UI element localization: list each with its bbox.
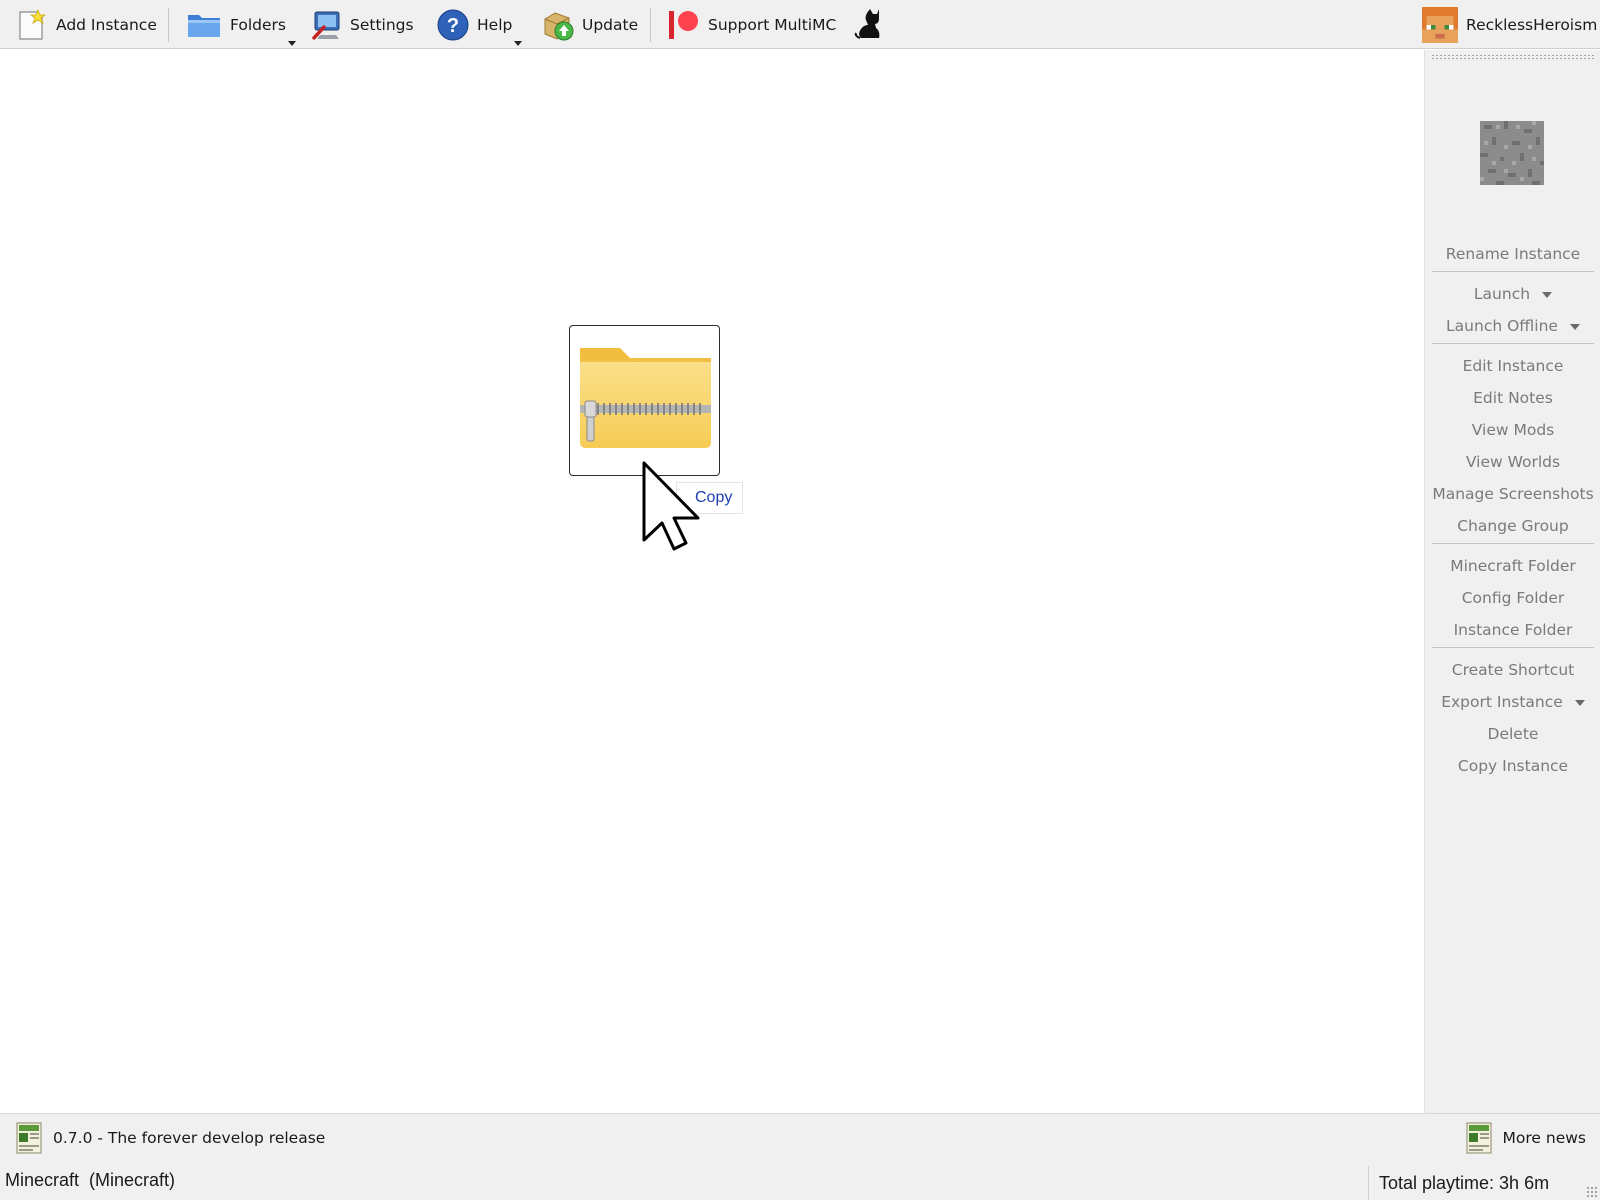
svg-text:?: ? [447,15,459,37]
chevron-down-icon[interactable] [1542,291,1553,298]
toolbar-separator [168,8,169,42]
toolbar-separator [650,8,651,42]
minecraft-folder-label: Minecraft Folder [1450,557,1576,575]
view-mods-button[interactable]: View Mods [1425,418,1600,442]
cat-button[interactable] [852,8,892,42]
main-toolbar: Add Instance Folders Settings ? Help Upd… [0,0,1600,49]
config-folder-label: Config Folder [1461,589,1565,607]
create-shortcut-label: Create Shortcut [1451,661,1575,679]
help-dropdown-indicator [514,41,523,46]
folders-dropdown-indicator [287,41,296,46]
account-button[interactable]: RecklessHeroism [1422,7,1598,43]
status-bar: Minecraft (Minecraft) Total playtime: 3h… [0,1161,1600,1200]
export-instance-button[interactable]: Export Instance [1425,690,1600,714]
news-bar: 0.7.0 - The forever develop release More… [0,1113,1600,1161]
chevron-down-icon[interactable] [1569,323,1580,330]
copy-label: Copy [695,489,733,506]
add-instance-button[interactable]: Add Instance [16,8,157,42]
copy-instance-button[interactable]: Copy Instance [1425,754,1600,778]
change-group-label: Change Group [1457,517,1569,535]
account-name: RecklessHeroism [1466,16,1598,34]
total-playtime-status: Total playtime: 3h 6m [1368,1166,1600,1200]
player-avatar-icon [1422,7,1458,43]
more-news-button[interactable]: More news [1466,1122,1586,1154]
instance-folder-button[interactable]: Instance Folder [1425,618,1600,642]
minecraft-folder-button[interactable]: Minecraft Folder [1425,554,1600,578]
news-headline: 0.7.0 - The forever develop release [53,1129,326,1147]
selected-instance-status: Minecraft (Minecraft) [5,1170,176,1190]
news-headline-button[interactable]: 0.7.0 - The forever develop release [16,1122,325,1154]
patreon-icon [668,9,700,41]
newspaper-icon [16,1122,42,1154]
help-button[interactable]: ? Help [437,8,523,46]
update-box-arrow-icon [542,9,574,41]
edit-notes-button[interactable]: Edit Notes [1425,386,1600,410]
edit-instance-label: Edit Instance [1462,357,1564,375]
rename-instance-button[interactable]: Rename Instance [1425,242,1600,266]
delete-label: Delete [1487,725,1539,743]
settings-button[interactable]: Settings [310,8,414,42]
sidebar-separator [1432,271,1594,272]
instance-view[interactable]: Copy [0,50,1424,1113]
edit-instance-button[interactable]: Edit Instance [1425,354,1600,378]
settings-label: Settings [350,16,414,34]
create-shortcut-button[interactable]: Create Shortcut [1425,658,1600,682]
rename-instance-label: Rename Instance [1445,245,1581,263]
change-group-button[interactable]: Change Group [1425,514,1600,538]
dragged-item [569,325,720,476]
view-worlds-button[interactable]: View Worlds [1425,450,1600,474]
manage-screenshots-button[interactable]: Manage Screenshots [1425,482,1600,506]
sidebar-separator [1432,647,1594,648]
copy-instance-label: Copy Instance [1457,757,1569,775]
support-multimc-label: Support MultiMC [708,16,837,34]
black-cat-icon [852,9,884,41]
launch-offline-label: Launch Offline [1446,317,1558,335]
resize-grip[interactable] [1586,1186,1598,1198]
chevron-down-icon[interactable] [1574,699,1585,706]
new-document-star-icon [16,8,48,41]
update-label: Update [582,16,639,34]
folders-label: Folders [230,16,286,34]
more-news-label: More news [1502,1129,1586,1147]
launch-label: Launch [1473,285,1531,303]
mouse-pointer-icon [642,461,700,551]
toolbar-drag-grip[interactable] [1431,54,1595,60]
export-instance-label: Export Instance [1441,693,1563,711]
help-label: Help [477,16,513,34]
support-multimc-button[interactable]: Support MultiMC [668,8,836,42]
folder-icon [186,9,222,41]
newspaper-icon [1466,1122,1492,1154]
help-icon: ? [437,9,469,41]
add-instance-label: Add Instance [56,16,157,34]
edit-notes-label: Edit Notes [1473,389,1553,407]
sidebar-separator [1432,343,1594,344]
folders-button[interactable]: Folders [186,8,296,46]
zip-folder-icon [580,348,711,448]
sidebar-separator [1432,543,1594,544]
instance-actions-sidebar: Rename Instance Launch Launch Offline Ed… [1424,50,1600,1113]
stone-block-icon[interactable] [1480,121,1544,185]
manage-screenshots-label: Manage Screenshots [1432,485,1594,503]
launch-button[interactable]: Launch [1425,282,1600,306]
launch-offline-button[interactable]: Launch Offline [1425,314,1600,338]
delete-button[interactable]: Delete [1425,722,1600,746]
settings-computer-icon [310,9,342,41]
instance-folder-label: Instance Folder [1453,621,1573,639]
config-folder-button[interactable]: Config Folder [1425,586,1600,610]
update-button[interactable]: Update [542,8,638,42]
view-worlds-label: View Worlds [1465,453,1561,471]
view-mods-label: View Mods [1471,421,1555,439]
